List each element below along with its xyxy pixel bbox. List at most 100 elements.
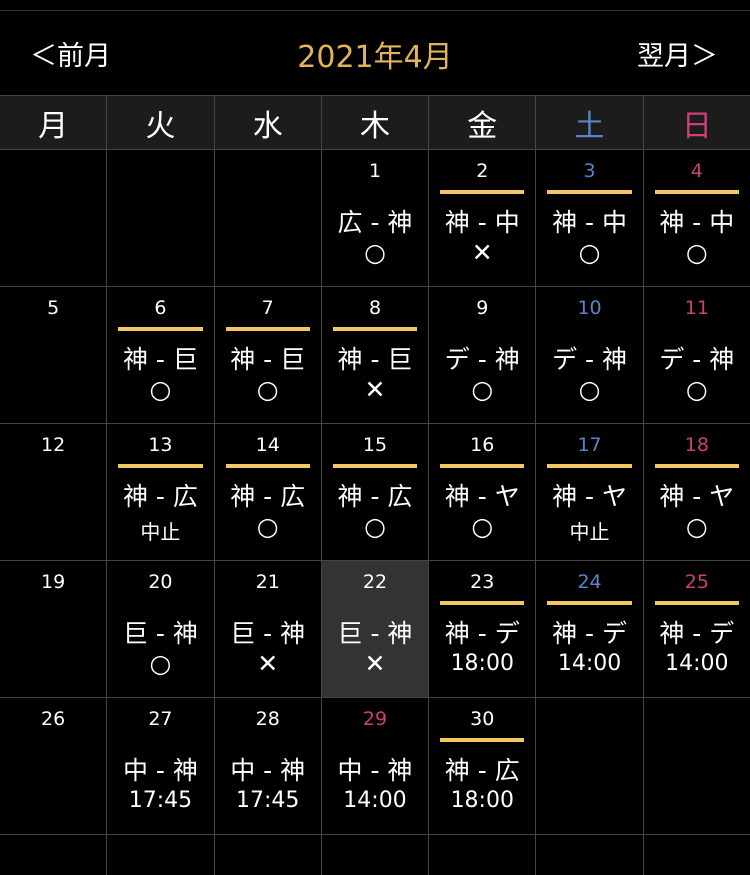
- game-time: 14:00: [343, 788, 407, 813]
- day-cell-empty: [107, 150, 215, 286]
- date-number: 6: [154, 297, 167, 319]
- home-game-marker: [654, 464, 739, 468]
- matchup-label: 巨 - 神: [122, 619, 198, 648]
- home-game-marker: [654, 190, 739, 194]
- date-number: 15: [362, 434, 388, 456]
- day-cell-18[interactable]: 18 神 - ヤ ○: [644, 424, 750, 560]
- day-cell-7[interactable]: 7 神 - 巨 ○: [215, 287, 322, 423]
- matchup-label: 神 - 広: [444, 756, 520, 785]
- day-cell-empty: [644, 835, 750, 875]
- home-game-marker: [118, 464, 203, 468]
- date-number: 23: [470, 571, 495, 593]
- date-number: 3: [583, 160, 596, 182]
- game-time: 14:00: [557, 651, 622, 676]
- day-cell-26[interactable]: 26: [0, 698, 108, 834]
- day-cell-21[interactable]: 21 巨 - 神 ✕: [215, 561, 322, 697]
- date-number: 14: [255, 434, 280, 456]
- home-game-marker: [440, 738, 525, 742]
- matchup-label: 神 - ヤ: [552, 482, 627, 511]
- date-number: 1: [368, 160, 382, 182]
- week-row: 1広 - 神 ○ 2 神 - 中 ✕ 3 神 - 中 ○ 4 神 - 中 ○: [0, 149, 750, 286]
- day-cell-6[interactable]: 6 神 - 巨 ○: [107, 287, 215, 423]
- day-cell-11[interactable]: 11 デ - 神 ○: [644, 287, 750, 423]
- date-number: 27: [148, 708, 173, 730]
- result-mark: ○: [364, 238, 386, 267]
- weekday-thu: 木: [322, 96, 430, 149]
- day-cell-19[interactable]: 19: [0, 561, 108, 697]
- day-cell-8[interactable]: 8 神 - 巨 ✕: [322, 287, 430, 423]
- matchup-label: 巨 - 神: [230, 619, 306, 648]
- matchup-label: 中 - 神: [230, 756, 306, 785]
- game-time: 17:45: [236, 788, 300, 813]
- date-number: 21: [255, 571, 280, 593]
- matchup-label: 巨 - 神: [337, 619, 413, 648]
- day-cell-22[interactable]: 22 巨 - 神 ✕: [321, 561, 430, 697]
- week-row: 56神 - 巨 ○ 7 神 - 巨 ○ 8 神 - 巨 ✕ 9 デ - 神 ○ 10 デ - 神 ○ 11 デ…: [0, 286, 750, 423]
- matchup-label: デ - 神: [444, 345, 520, 374]
- day-cell-29[interactable]: 29 中 - 神 14:00: [322, 698, 430, 834]
- date-number: 9: [476, 297, 489, 319]
- day-cell-2[interactable]: 2 神 - 中 ✕: [429, 150, 537, 286]
- day-cell-4[interactable]: 4 神 - 中 ○: [644, 150, 750, 286]
- matchup-label: 神 - デ: [444, 619, 520, 648]
- day-cell-15[interactable]: 15 神 - 広 ○: [322, 424, 430, 560]
- day-cell-empty: [0, 835, 108, 875]
- day-cell-empty: [644, 698, 750, 834]
- week-row: 26 27 中 - 神 17:45 28 中 - 神 17:45 29 中 - 神 14:00 30…: [0, 697, 750, 834]
- day-cell-3[interactable]: 3 神 - 中 ○: [536, 150, 644, 286]
- game-time: 17:45: [128, 788, 193, 813]
- home-game-marker: [547, 464, 632, 468]
- day-cell-10[interactable]: 10 デ - 神 ○: [536, 287, 644, 423]
- weekday-sat: 土: [536, 96, 644, 149]
- day-cell-20[interactable]: 20 巨 - 神 ○: [107, 561, 215, 697]
- day-cell-25[interactable]: 25 神 - デ 14:00: [644, 561, 750, 697]
- cancelled-label: 中止: [569, 520, 610, 544]
- weekday-mon: 月: [0, 96, 108, 149]
- cancelled-label: 中止: [140, 520, 181, 544]
- home-game-marker: [225, 327, 310, 331]
- day-cell-13[interactable]: 13 神 - 広中止: [107, 424, 215, 560]
- day-cell-empty: [215, 150, 322, 286]
- top-divider: [0, 10, 750, 11]
- day-cell-24[interactable]: 24 神 - デ 14:00: [536, 561, 644, 697]
- calendar-grid: 月 火 水 木 金 土 日 1広 - 神 ○ 2 神 - 中 ✕ 3 神 - 中 ○ 4 神 - …: [0, 95, 750, 875]
- day-cell-9[interactable]: 9 デ - 神 ○: [429, 287, 537, 423]
- matchup-label: 神 - 中: [552, 208, 627, 237]
- date-number: 18: [684, 434, 709, 456]
- day-cell-28[interactable]: 28 中 - 神 17:45: [215, 698, 322, 834]
- day-cell-23[interactable]: 23 神 - デ 18:00: [429, 561, 537, 697]
- day-cell-14[interactable]: 14 神 - 広 ○: [215, 424, 322, 560]
- matchup-label: 神 - 中: [659, 208, 735, 237]
- result-mark: ○: [685, 375, 708, 404]
- day-cell-empty: [215, 835, 322, 875]
- matchup-label: 神 - 巨: [122, 345, 198, 374]
- day-cell-empty: [536, 835, 644, 875]
- date-number: 2: [476, 160, 489, 182]
- home-game-marker: [332, 327, 418, 331]
- day-cell-17[interactable]: 17 神 - ヤ中止: [536, 424, 644, 560]
- matchup-label: デ - 神: [659, 345, 735, 374]
- result-mark: ○: [149, 649, 172, 678]
- date-number: 8: [368, 297, 382, 319]
- matchup-label: 神 - 広: [122, 482, 198, 511]
- day-cell-16[interactable]: 16 神 - ヤ ○: [429, 424, 537, 560]
- day-cell-12[interactable]: 12: [0, 424, 108, 560]
- week-row: 19 20 巨 - 神 ○ 21 巨 - 神 ✕ 22 巨 - 神 ✕ 23 神 - デ 18:00 24…: [0, 560, 750, 697]
- day-cell-1[interactable]: 1 広 - 神 ○: [322, 150, 430, 286]
- home-game-marker: [225, 464, 310, 468]
- result-mark: ✕: [364, 375, 386, 404]
- day-cell-27[interactable]: 27 中 - 神 17:45: [107, 698, 215, 834]
- day-cell-30[interactable]: 30 神 - 広 18:00: [429, 698, 537, 834]
- matchup-label: 神 - ヤ: [444, 482, 520, 511]
- home-game-marker: [547, 601, 632, 605]
- date-number: 20: [148, 571, 173, 593]
- result-mark: ○: [578, 238, 601, 267]
- game-time: 18:00: [450, 788, 514, 813]
- date-number: 5: [47, 297, 60, 319]
- day-cell-5[interactable]: 5: [0, 287, 108, 423]
- home-game-marker: [332, 464, 418, 468]
- home-game-marker: [440, 601, 525, 605]
- weekday-wed: 水: [215, 96, 322, 149]
- next-month-button[interactable]: 翌月＞: [637, 34, 718, 73]
- date-number: 29: [362, 708, 388, 730]
